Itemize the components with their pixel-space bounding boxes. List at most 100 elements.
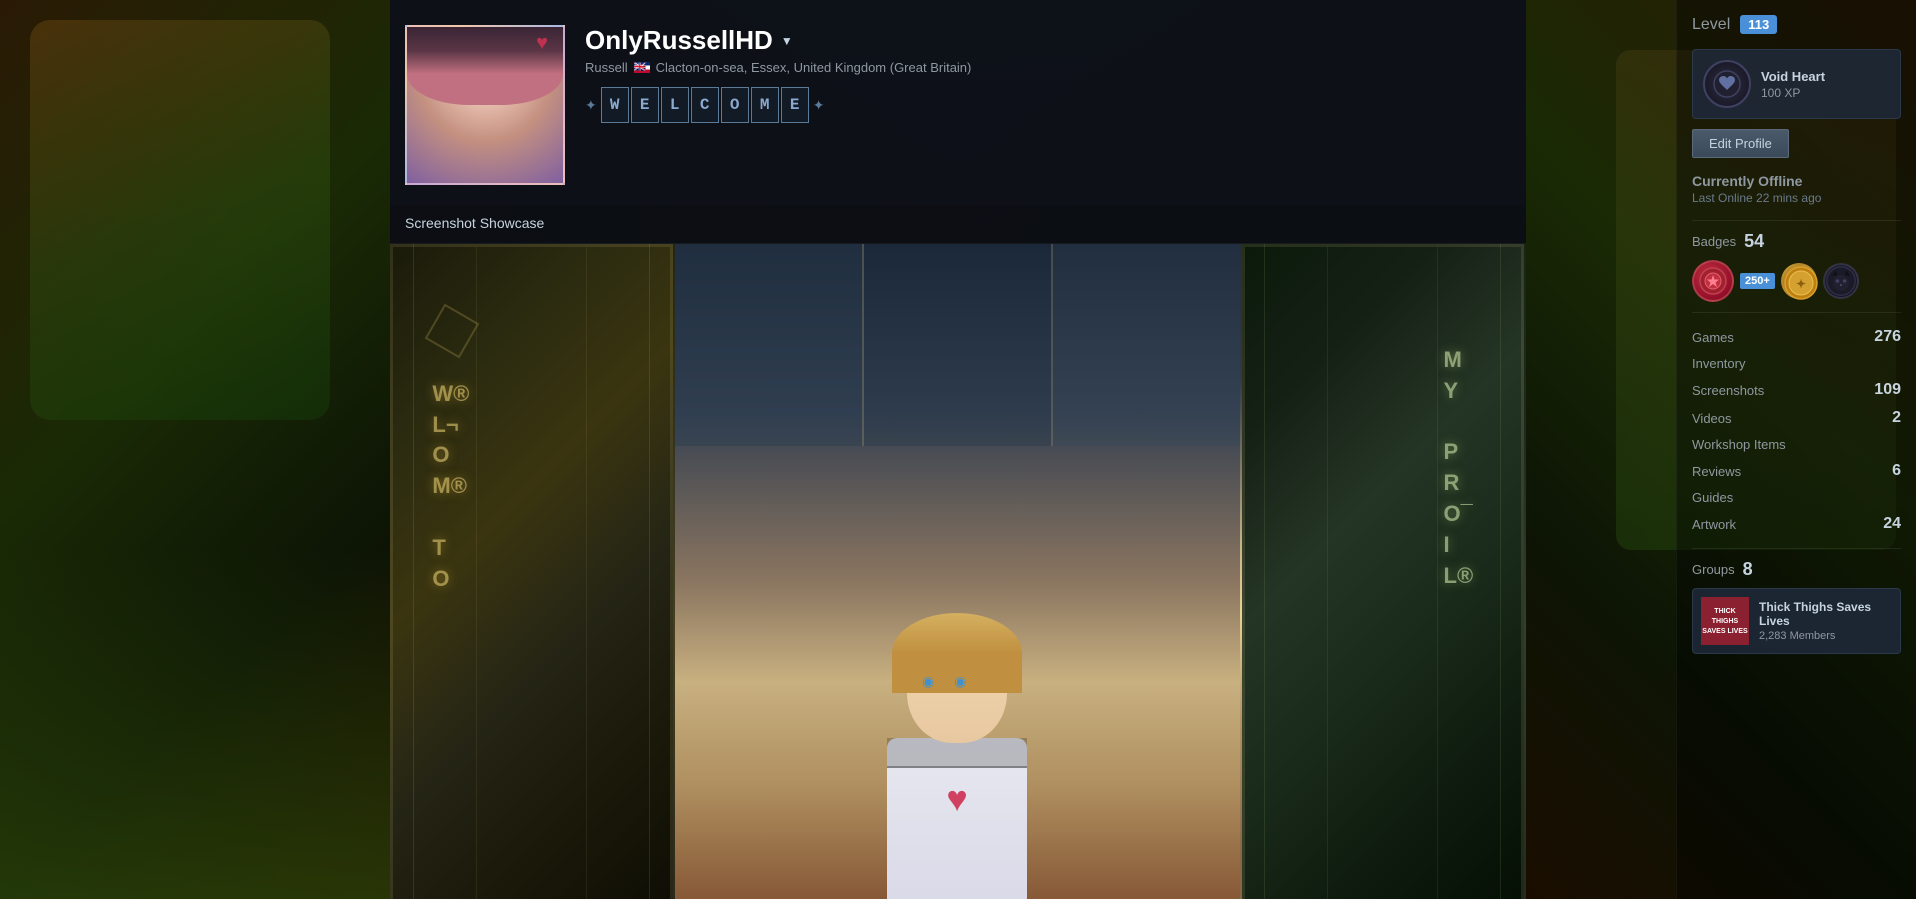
avatar [405,25,565,185]
anime-character [837,379,1077,899]
stat-guides-label: Guides [1692,490,1733,505]
stat-screenshots-value: 109 [1874,381,1901,399]
dropdown-icon[interactable]: ▼ [781,34,793,48]
divider-3 [1692,548,1901,549]
avatar-image [407,27,563,183]
flag-icon: 🇬🇧 [634,62,650,73]
letter-c: C [691,87,719,123]
badges-section: Badges 54 250+ ✦ [1692,231,1901,302]
showcase-title: Screenshot Showcase [405,215,544,231]
stat-screenshots[interactable]: Screenshots 109 [1692,376,1901,404]
stat-guides[interactable]: Guides [1692,485,1901,510]
badges-header: Badges 54 [1692,231,1901,252]
level-section: Level 113 [1692,15,1901,34]
showcase-panel-center[interactable] [675,244,1242,899]
svg-text:THICK: THICK [1714,608,1735,615]
welcome-area: ✦ W E L C O M E ✦ [585,87,1496,123]
xp-info: Void Heart 100 XP [1761,69,1890,100]
badges-count: 54 [1744,231,1764,252]
username: OnlyRussellHD [585,25,773,56]
void-heart-icon [1713,70,1741,98]
level-badge: 113 [1740,15,1777,34]
stat-videos[interactable]: Videos 2 [1692,404,1901,432]
stat-workshop[interactable]: Workshop Items [1692,432,1901,457]
xp-icon [1703,60,1751,108]
star-right: ✦ [813,97,825,114]
showcase-panel-left[interactable] [390,244,675,899]
group-info-1: Thick Thighs Saves Lives 2,283 Members [1759,600,1892,642]
group-name-1: Thick Thighs Saves Lives [1759,600,1892,628]
stat-inventory[interactable]: Inventory [1692,351,1901,376]
level-label: Level [1692,16,1730,34]
frame-line-r2 [1500,244,1501,899]
badge-gold-coin[interactable]: ✦ [1781,263,1817,299]
badge-red-seal[interactable] [1692,260,1734,302]
stat-screenshots-label: Screenshots [1692,383,1764,398]
showcase-section: Screenshot Showcase [390,205,1526,899]
content-body: Screenshot Showcase [390,205,1526,899]
profile-header: OnlyRussellHD ▼ Russell 🇬🇧 Clacton-on-se… [390,0,1526,205]
stat-inventory-label: Inventory [1692,356,1745,371]
profile-info: OnlyRussellHD ▼ Russell 🇬🇧 Clacton-on-se… [565,25,1496,123]
location: Clacton-on-sea, Essex, United Kingdom (G… [656,60,972,75]
status-section: Currently Offline Last Online 22 mins ag… [1692,173,1901,205]
hex-decoration [425,304,480,359]
gold-coin-icon: ✦ [1783,265,1819,301]
letter-l: L [661,87,689,123]
char-body [887,738,1027,899]
red-seal-icon [1699,267,1727,295]
groups-header: Groups 8 [1692,559,1901,580]
stat-games[interactable]: Games 276 [1692,323,1901,351]
stat-workshop-label: Workshop Items [1692,437,1786,452]
badges-label: Badges [1692,234,1736,249]
edit-profile-button[interactable]: Edit Profile [1692,129,1789,158]
stats-section: Games 276 Inventory Screenshots 109 Vide… [1692,323,1901,538]
cat-icon [1825,263,1857,299]
divider-2 [1692,312,1901,313]
frame-line-2 [649,244,650,899]
group-members-1: 2,283 Members [1759,630,1892,642]
letter-m: M [751,87,779,123]
last-online: Last Online 22 mins ago [1692,191,1901,205]
stat-videos-label: Videos [1692,411,1732,426]
svg-text:SAVES LIVES: SAVES LIVES [1702,628,1748,635]
right-panel: Level 113 Void Heart 100 XP Edit Profile… [1676,0,1916,899]
stat-games-label: Games [1692,330,1734,345]
showcase-header: Screenshot Showcase [390,205,1526,244]
xp-amount: 100 XP [1761,86,1890,100]
real-name-row: Russell 🇬🇧 Clacton-on-sea, Essex, United… [585,60,1496,75]
group-card-1[interactable]: THICK THIGHS SAVES LIVES Thick Thighs Sa… [1692,588,1901,654]
online-status: Currently Offline [1692,173,1901,189]
window-frame-right [1242,244,1525,899]
letter-e2: E [781,87,809,123]
groups-count: 8 [1743,559,1753,580]
showcase-images [390,244,1526,899]
letter-e1: E [631,87,659,123]
badge-cat[interactable] [1823,263,1859,299]
stat-games-value: 276 [1874,328,1901,346]
welcome-letters: W E L C O M E [601,87,809,123]
showcase-panel-right[interactable] [1242,244,1527,899]
stat-reviews[interactable]: Reviews 6 [1692,457,1901,485]
group-icon-1: THICK THIGHS SAVES LIVES [1701,597,1749,645]
window-left [675,244,864,446]
divider-1 [1692,220,1901,221]
background-left [0,0,390,899]
badges-row: 250+ ✦ [1692,260,1901,302]
stat-artwork-value: 24 [1883,515,1901,533]
stat-artwork[interactable]: Artwork 24 [1692,510,1901,538]
stat-reviews-label: Reviews [1692,464,1741,479]
groups-label: Groups [1692,562,1735,577]
frame-line-1 [413,244,414,899]
star-left: ✦ [585,97,597,114]
window-right [1053,244,1240,446]
stat-artwork-label: Artwork [1692,517,1736,532]
stat-reviews-value: 6 [1892,462,1901,480]
xp-card[interactable]: Void Heart 100 XP [1692,49,1901,119]
thick-thighs-icon: THICK THIGHS SAVES LIVES [1701,597,1749,645]
badge-count-250: 250+ [1740,273,1775,289]
frame-line-r1 [1264,244,1265,899]
stat-videos-value: 2 [1892,409,1901,427]
username-row: OnlyRussellHD ▼ [585,25,1496,56]
letter-o: O [721,87,749,123]
